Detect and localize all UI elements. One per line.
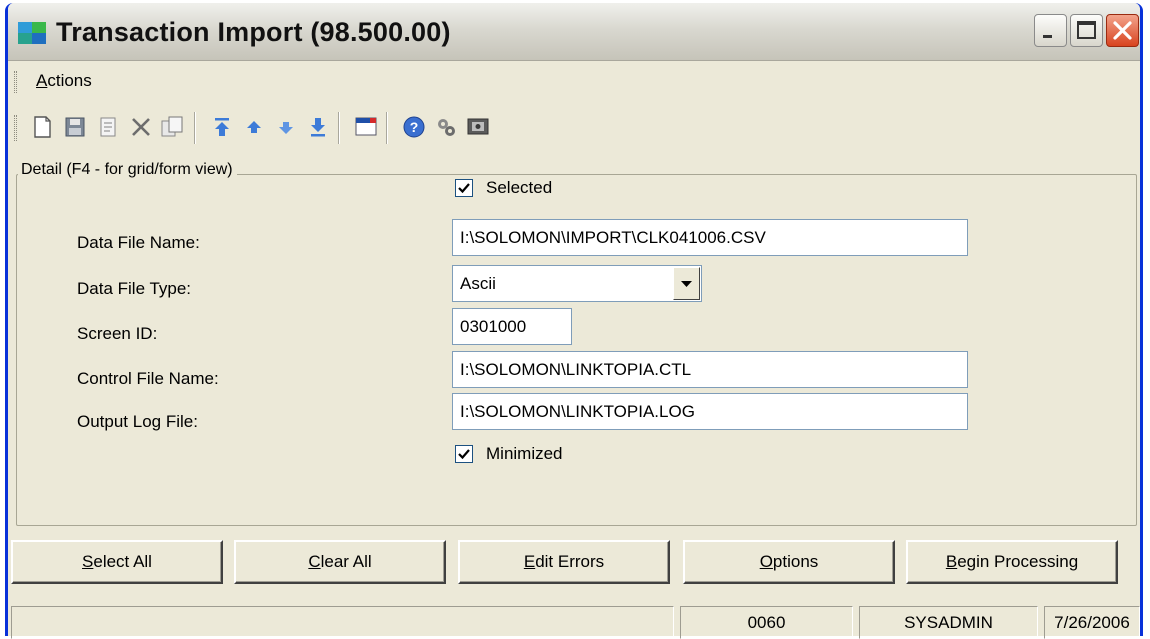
screen-icon[interactable] bbox=[464, 113, 492, 141]
close-icon bbox=[1113, 21, 1132, 40]
transaction-import-window: Transaction Import (98.500.00) Actions ?… bbox=[5, 3, 1143, 639]
minimize-button[interactable] bbox=[1034, 14, 1067, 47]
menu-grip[interactable] bbox=[14, 71, 17, 93]
status-message bbox=[11, 606, 674, 639]
screen-id-field[interactable]: 0301000 bbox=[452, 308, 572, 345]
delete-icon[interactable] bbox=[127, 113, 155, 141]
control-file-name-field[interactable]: I:\SOLOMON\LINKTOPIA.CTL bbox=[452, 351, 968, 388]
window-title: Transaction Import (98.500.00) bbox=[56, 17, 451, 47]
app-globe-icon bbox=[18, 22, 46, 44]
paste-icon[interactable] bbox=[158, 113, 186, 141]
toolbar-separator bbox=[338, 112, 340, 144]
first-icon[interactable] bbox=[208, 113, 236, 141]
data-file-name-field[interactable]: I:\SOLOMON\IMPORT\CLK041006.CSV bbox=[452, 219, 968, 256]
title-bar[interactable]: Transaction Import (98.500.00) bbox=[8, 3, 1140, 61]
last-icon[interactable] bbox=[304, 113, 332, 141]
chevron-down-icon bbox=[681, 281, 692, 287]
new-icon[interactable] bbox=[28, 113, 56, 141]
dropdown-button[interactable] bbox=[673, 267, 700, 300]
menu-actions[interactable]: Actions bbox=[36, 71, 92, 91]
previous-icon[interactable] bbox=[240, 113, 268, 141]
select-all-button[interactable]: Select All bbox=[11, 540, 223, 584]
data-file-type-value: Ascii bbox=[460, 274, 496, 293]
checkmark-icon bbox=[458, 183, 470, 194]
begin-processing-button[interactable]: Begin Processing bbox=[906, 540, 1118, 584]
maximize-icon bbox=[1077, 21, 1096, 39]
control-file-name-label: Control File Name: bbox=[77, 369, 219, 388]
maximize-button[interactable] bbox=[1070, 14, 1103, 47]
customize-icon[interactable] bbox=[432, 113, 460, 141]
data-file-type-label: Data File Type: bbox=[77, 279, 192, 298]
toolbar-separator bbox=[194, 112, 196, 144]
screen-id-label: Screen ID: bbox=[77, 324, 158, 343]
checkmark-icon bbox=[458, 449, 470, 460]
help-icon[interactable]: ? bbox=[400, 113, 428, 141]
data-file-name-label: Data File Name: bbox=[77, 233, 200, 252]
selected-checkbox-box[interactable] bbox=[455, 179, 473, 197]
next-icon[interactable] bbox=[272, 113, 300, 141]
detail-legend: Detail (F4 - for grid/form view) bbox=[18, 161, 237, 179]
close-button[interactable] bbox=[1106, 14, 1139, 47]
output-log-file-field[interactable]: I:\SOLOMON\LINKTOPIA.LOG bbox=[452, 393, 968, 430]
options-button[interactable]: Options bbox=[683, 540, 895, 584]
clear-all-button[interactable]: Clear All bbox=[234, 540, 446, 584]
minimized-checkbox-box[interactable] bbox=[455, 445, 473, 463]
copy-icon[interactable] bbox=[94, 113, 122, 141]
save-icon[interactable] bbox=[61, 113, 89, 141]
menu-bar: Actions bbox=[8, 67, 1140, 97]
notes-icon[interactable] bbox=[352, 113, 380, 141]
status-date: 7/26/2006 bbox=[1044, 606, 1140, 639]
output-log-file-label: Output Log File: bbox=[77, 412, 198, 431]
minimize-icon bbox=[1043, 35, 1052, 38]
minimized-label: Minimized bbox=[486, 444, 563, 463]
status-company: 0060 bbox=[680, 606, 853, 639]
svg-text:?: ? bbox=[410, 119, 419, 135]
toolbar-grip[interactable] bbox=[14, 115, 17, 141]
toolbar-separator bbox=[386, 112, 388, 144]
selected-label: Selected bbox=[486, 178, 553, 197]
status-user: SYSADMIN bbox=[859, 606, 1038, 639]
data-file-type-select[interactable]: Ascii bbox=[452, 265, 702, 302]
toolbar: ? bbox=[8, 109, 1140, 149]
edit-errors-button[interactable]: Edit Errors bbox=[458, 540, 670, 584]
